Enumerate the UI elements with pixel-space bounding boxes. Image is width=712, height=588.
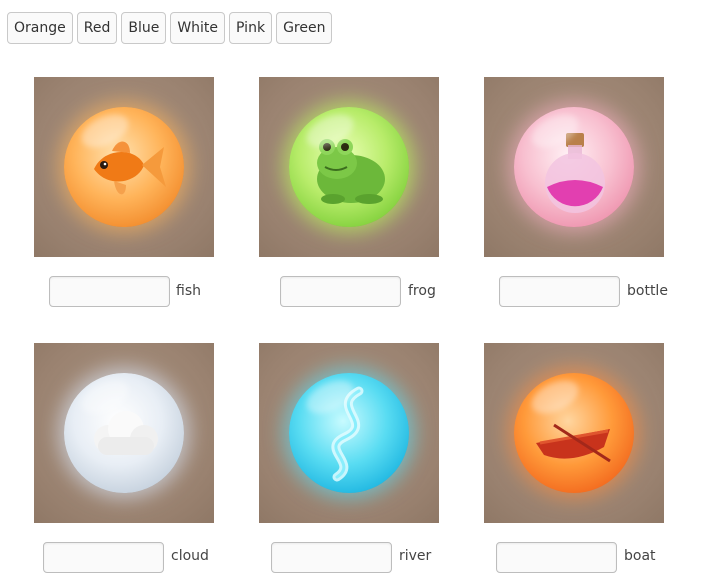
cloud-image [34,343,214,523]
word-label-fish: fish [176,283,201,299]
answer-field-river[interactable] [271,542,392,573]
boat-image [484,343,664,523]
word-chip-blue[interactable]: Blue [121,12,167,44]
rowboat-icon [514,373,634,493]
answer-field-cloud[interactable] [43,542,164,573]
answer-field-fish[interactable] [49,276,170,307]
word-chip-white[interactable]: White [170,12,226,44]
word-label-river: river [399,548,432,564]
goldfish-icon [64,107,184,227]
word-label-frog: frog [408,283,436,299]
word-chip-red[interactable]: Red [76,12,118,44]
frog-image [259,77,439,257]
potion-bottle-icon [514,107,634,227]
word-label-cloud: cloud [171,548,209,564]
answer-field-frog[interactable] [280,276,401,307]
river-icon [289,373,409,493]
frog-icon [289,107,409,227]
goldfish-image [34,77,214,257]
word-bank: Orange Red Blue White Pink Green [7,12,333,44]
bottle-image [484,77,664,257]
word-chip-green[interactable]: Green [276,12,333,44]
word-chip-orange[interactable]: Orange [7,12,73,44]
answer-field-boat[interactable] [496,542,617,573]
cloud-icon [64,373,184,493]
word-chip-pink[interactable]: Pink [229,12,273,44]
word-label-bottle: bottle [627,283,668,299]
answer-field-bottle[interactable] [499,276,620,307]
river-image [259,343,439,523]
word-label-boat: boat [624,548,656,564]
